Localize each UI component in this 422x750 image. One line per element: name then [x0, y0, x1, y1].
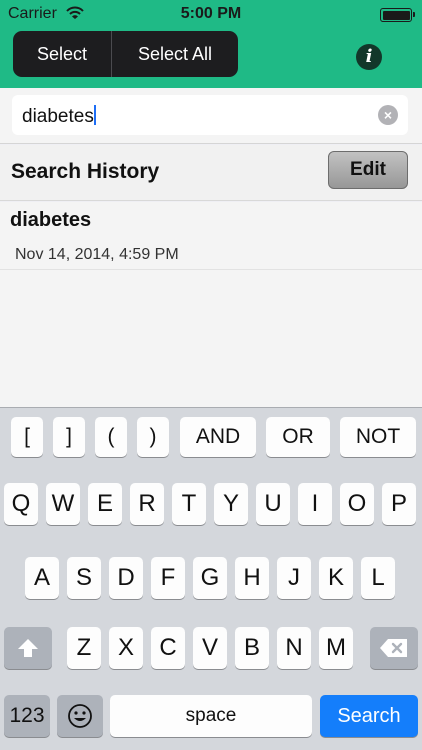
key-close-paren[interactable]: ): [137, 417, 169, 457]
key-open-paren[interactable]: (: [95, 417, 127, 457]
keyboard: [ ] ( ) AND OR NOT Q W E R T Y U I O P A…: [0, 407, 422, 750]
key-or[interactable]: OR: [266, 417, 330, 457]
edit-menu: Select Select All: [13, 31, 238, 77]
text-cursor: [93, 105, 96, 125]
key-j[interactable]: J: [277, 557, 311, 599]
status-bar: Carrier 5:00 PM: [0, 0, 422, 30]
key-y[interactable]: Y: [214, 483, 248, 525]
select-all-menu-item[interactable]: Select All: [111, 31, 238, 77]
key-h[interactable]: H: [235, 557, 269, 599]
key-z[interactable]: Z: [67, 627, 101, 669]
search-text: diabetes: [22, 105, 96, 128]
navigation-header: Carrier 5:00 PM vy i Select Select All: [0, 0, 422, 88]
edit-button[interactable]: Edit: [328, 151, 408, 189]
status-time: 5:00 PM: [180, 5, 242, 22]
key-c[interactable]: C: [151, 627, 185, 669]
key-s[interactable]: S: [67, 557, 101, 599]
clear-icon[interactable]: ×: [378, 105, 398, 125]
search-input[interactable]: diabetes ×: [12, 95, 408, 135]
key-e[interactable]: E: [88, 483, 122, 525]
history-term: diabetes: [10, 209, 92, 231]
key-w[interactable]: W: [46, 483, 80, 525]
key-f[interactable]: F: [151, 557, 185, 599]
key-g[interactable]: G: [193, 557, 227, 599]
key-u[interactable]: U: [256, 483, 290, 525]
key-n[interactable]: N: [277, 627, 311, 669]
key-t[interactable]: T: [172, 483, 206, 525]
key-not[interactable]: NOT: [340, 417, 416, 457]
history-date: Nov 14, 2014, 4:59 PM: [15, 246, 179, 263]
emoji-key[interactable]: [57, 695, 103, 737]
edit-menu-arrow: [84, 45, 102, 56]
key-v[interactable]: V: [193, 627, 227, 669]
key-and[interactable]: AND: [180, 417, 256, 457]
emoji-icon: [68, 704, 92, 728]
backspace-icon: [380, 639, 407, 657]
history-item[interactable]: diabetes Nov 14, 2014, 4:59 PM: [0, 202, 422, 270]
shift-key[interactable]: [4, 627, 52, 669]
search-value: diabetes: [22, 106, 94, 127]
key-a[interactable]: A: [25, 557, 59, 599]
key-m[interactable]: M: [319, 627, 353, 669]
backspace-key[interactable]: [370, 627, 418, 669]
key-q[interactable]: Q: [4, 483, 38, 525]
key-l[interactable]: L: [361, 557, 395, 599]
space-key[interactable]: space: [110, 695, 312, 737]
key-x[interactable]: X: [109, 627, 143, 669]
history-list: diabetes Nov 14, 2014, 4:59 PM: [0, 202, 422, 407]
search-bar: diabetes ×: [0, 88, 422, 144]
numbers-key[interactable]: 123: [4, 695, 50, 737]
search-key[interactable]: Search: [320, 695, 418, 737]
key-d[interactable]: D: [109, 557, 143, 599]
key-close-bracket[interactable]: ]: [53, 417, 85, 457]
section-title: Search History: [11, 160, 160, 183]
info-icon[interactable]: i: [356, 44, 382, 70]
shift-icon: [18, 639, 38, 657]
search-history-header: Search History Edit: [0, 145, 422, 201]
key-k[interactable]: K: [319, 557, 353, 599]
key-i[interactable]: I: [298, 483, 332, 525]
key-open-bracket[interactable]: [: [11, 417, 43, 457]
key-r[interactable]: R: [130, 483, 164, 525]
key-b[interactable]: B: [235, 627, 269, 669]
key-p[interactable]: P: [382, 483, 416, 525]
battery-icon: [380, 8, 415, 22]
key-o[interactable]: O: [340, 483, 374, 525]
